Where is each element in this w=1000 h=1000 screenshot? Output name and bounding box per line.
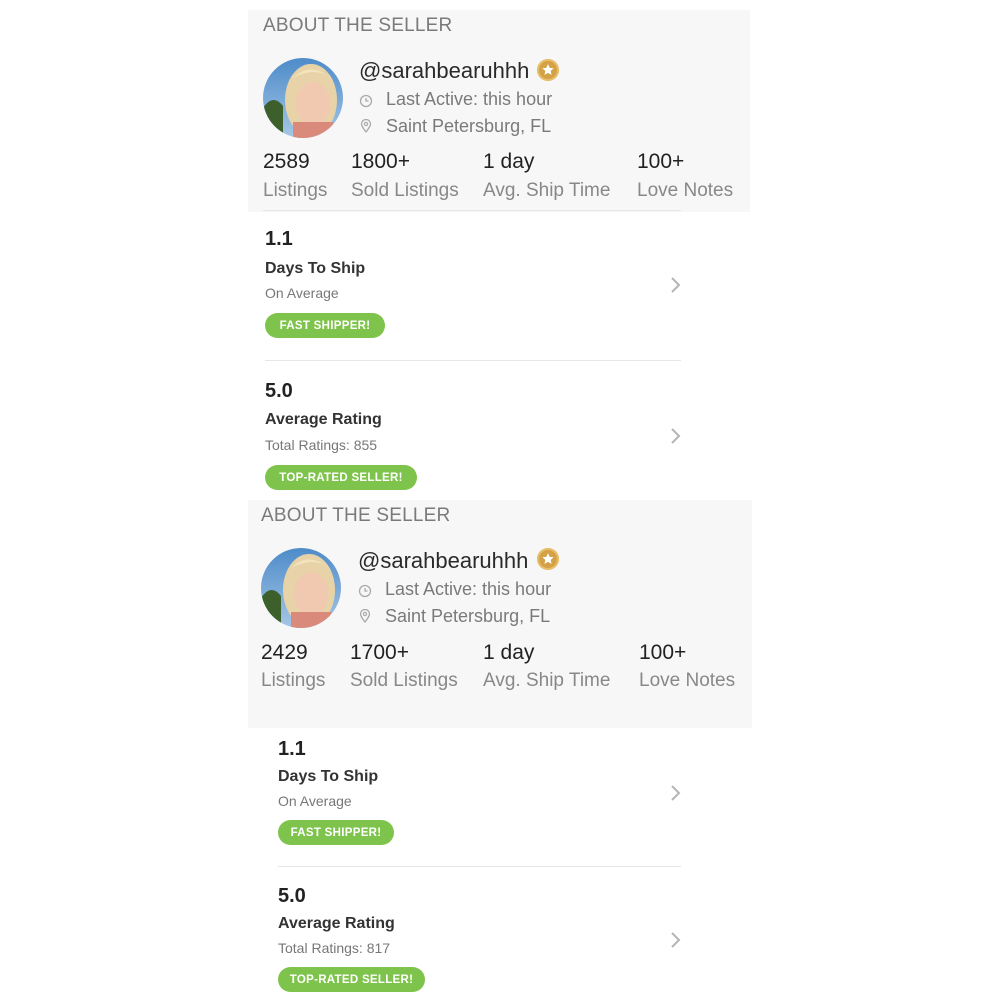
days-to-ship-value: 1.1 <box>265 228 293 250</box>
stat-love-notes-label[interactable]: Love Notes <box>639 670 735 692</box>
chevron-right-icon[interactable] <box>670 931 682 949</box>
days-to-ship-value: 1.1 <box>278 738 306 760</box>
stat-listings-value: 2589 <box>263 150 310 173</box>
days-to-ship-title: Days To Ship <box>278 768 379 785</box>
fast-shipper-badge: FAST SHIPPER! <box>265 313 385 338</box>
stat-listings-label[interactable]: Listings <box>263 180 327 202</box>
stat-love-notes-value: 100+ <box>637 150 685 173</box>
clock-icon <box>359 94 373 108</box>
top-rated-seller-badge: TOP-RATED SELLER! <box>265 465 417 490</box>
stat-ship-time-value: 1 day <box>483 150 535 173</box>
divider <box>278 866 681 867</box>
stat-love-notes-label[interactable]: Love Notes <box>637 180 733 202</box>
total-ratings-text: Total Ratings: 855 <box>265 437 378 453</box>
stat-ship-time-label: Avg. Ship Time <box>483 670 611 691</box>
stat-sold-value: 1700+ <box>350 641 409 664</box>
divider <box>263 210 681 211</box>
last-active-text: Last Active: this hour <box>386 89 553 109</box>
clock-icon <box>358 584 372 598</box>
average-rating-value: 5.0 <box>265 380 293 402</box>
location-pin-icon <box>359 609 371 623</box>
location-pin-icon <box>360 119 372 133</box>
fast-shipper-badge: FAST SHIPPER! <box>278 820 394 845</box>
chevron-right-icon[interactable] <box>670 427 682 445</box>
stat-listings-value: 2429 <box>261 641 308 664</box>
days-to-ship-subtitle: On Average <box>278 793 352 809</box>
seller-username[interactable]: @sarahbearuhhh <box>359 58 529 84</box>
total-ratings-text: Total Ratings: 817 <box>278 940 391 956</box>
section-title: ABOUT THE SELLER <box>263 15 453 36</box>
avatar[interactable] <box>263 58 343 138</box>
avatar[interactable] <box>261 548 341 628</box>
stat-ship-time-label: Avg. Ship Time <box>483 180 611 201</box>
average-rating-title: Average Rating <box>278 915 395 932</box>
chevron-right-icon[interactable] <box>670 784 682 802</box>
last-active-text: Last Active: this hour <box>385 579 552 599</box>
stat-love-notes-value: 100+ <box>639 641 687 664</box>
stat-sold-label[interactable]: Sold Listings <box>350 670 458 692</box>
star-badge-icon <box>537 59 559 81</box>
section-title: ABOUT THE SELLER <box>261 505 451 526</box>
top-rated-seller-badge: TOP-RATED SELLER! <box>278 967 425 992</box>
location-text: Saint Petersburg, FL <box>385 606 551 626</box>
chevron-right-icon[interactable] <box>670 276 682 294</box>
divider <box>265 360 681 361</box>
star-badge-icon <box>537 548 559 570</box>
seller-username[interactable]: @sarahbearuhhh <box>358 548 528 574</box>
location-text: Saint Petersburg, FL <box>386 116 552 136</box>
stat-ship-time-value: 1 day <box>483 641 535 664</box>
stat-sold-value: 1800+ <box>351 150 410 173</box>
days-to-ship-title: Days To Ship <box>265 260 366 277</box>
stat-sold-label[interactable]: Sold Listings <box>351 180 459 202</box>
average-rating-title: Average Rating <box>265 411 382 428</box>
stat-listings-label[interactable]: Listings <box>261 670 325 692</box>
days-to-ship-subtitle: On Average <box>265 285 339 301</box>
average-rating-value: 5.0 <box>278 885 306 907</box>
